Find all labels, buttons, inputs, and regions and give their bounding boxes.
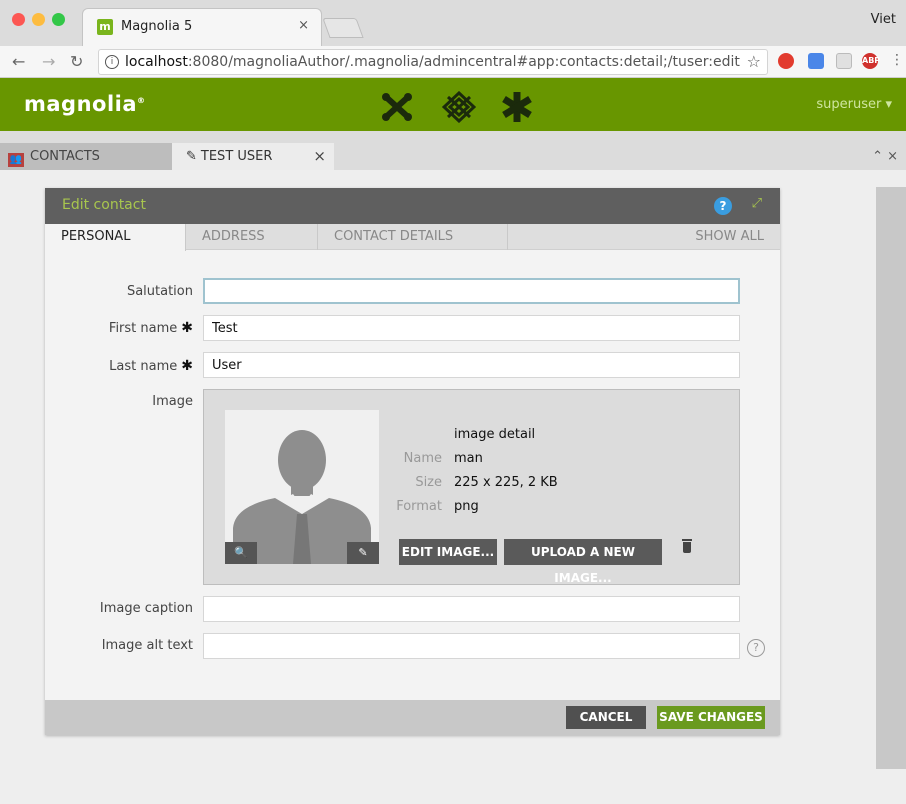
last-name-input[interactable] — [203, 352, 740, 378]
edit-image-button[interactable]: EDIT IMAGE... — [399, 539, 497, 565]
url-text: localhost:8080/magnoliaAuthor/.magnolia/… — [125, 54, 740, 70]
required-marker: ✱ — [181, 320, 193, 336]
image-alt-text-label: Image alt text — [101, 638, 193, 653]
magnolia-header: magnolia® superuser ▾ — [0, 78, 906, 131]
image-detail-heading: image detail — [454, 427, 536, 442]
window-zoom-dot[interactable] — [52, 13, 65, 26]
first-name-label: First name ✱ — [108, 320, 193, 336]
dialog-title: Edit contact — [62, 197, 146, 213]
field-help-icon[interactable]: ? — [747, 639, 765, 657]
grid-extension-icon[interactable] — [836, 53, 852, 69]
image-format-key: Format — [396, 499, 442, 514]
image-name-key: Name — [403, 451, 442, 466]
image-field: 🔍 ✎ image detail Name man Size 225 x 225… — [203, 389, 740, 585]
zoom-image-button[interactable]: 🔍 — [225, 542, 257, 564]
save-changes-button[interactable]: SAVE CHANGES — [657, 706, 765, 729]
expand-icon[interactable]: ⤢ — [752, 196, 762, 211]
cancel-button[interactable]: CANCEL — [566, 706, 646, 729]
edit-image-icon-button[interactable]: ✎ — [347, 542, 379, 564]
image-name-value: man — [454, 451, 483, 466]
tab-close-icon[interactable]: × — [298, 18, 309, 33]
adblock-extension-icon[interactable]: ABP — [862, 53, 880, 69]
user-menu[interactable]: superuser ▾ — [816, 97, 892, 112]
upload-new-image-button[interactable]: UPLOAD A NEW IMAGE... — [504, 539, 662, 585]
url-bar[interactable]: i localhost:8080/magnoliaAuthor/.magnoli… — [98, 49, 768, 75]
pulse-icon[interactable] — [442, 91, 476, 123]
show-all-tab[interactable]: SHOW ALL — [695, 224, 764, 250]
image-label: Image — [152, 394, 193, 409]
first-name-input[interactable] — [203, 315, 740, 341]
magnolia-favicon-icon: m — [97, 19, 113, 35]
help-icon[interactable]: ? — [714, 197, 732, 215]
pencil-icon: ✎ — [186, 149, 197, 164]
image-caption-input[interactable] — [203, 596, 740, 622]
window-close-dot[interactable] — [12, 13, 25, 26]
window-minimize-dot[interactable] — [32, 13, 45, 26]
last-name-label: Last name ✱ — [109, 358, 193, 374]
image-format-value: png — [454, 499, 479, 514]
new-tab-button[interactable] — [322, 18, 364, 38]
address-toolbar: ← → ↻ i localhost:8080/magnoliaAuthor/.m… — [0, 46, 906, 78]
reload-icon[interactable]: ↻ — [70, 52, 83, 71]
image-size-key: Size — [415, 475, 442, 490]
browser-tab-title: Magnolia 5 — [121, 19, 193, 34]
salutation-label: Salutation — [126, 284, 193, 299]
image-caption-label: Image caption — [99, 601, 193, 616]
tab-personal[interactable]: PERSONAL — [45, 224, 186, 251]
contacts-icon: 👥 — [8, 153, 24, 167]
magnolia-logo: magnolia® — [24, 92, 146, 116]
image-alt-text-input[interactable] — [203, 633, 740, 659]
back-arrow-icon[interactable]: ← — [12, 52, 25, 71]
tab-test-user[interactable]: ✎ TEST USER × — [172, 143, 334, 170]
applauncher-icon[interactable] — [381, 92, 413, 122]
trash-icon[interactable] — [682, 539, 692, 553]
tab-close-icon[interactable]: × — [313, 143, 326, 170]
dialog-tabs: PERSONAL ADDRESS CONTACT DETAILS SHOW AL… — [45, 224, 780, 251]
browser-menu-icon[interactable]: ⋮ — [890, 52, 904, 68]
dialog-header: Edit contact ? ⤢ — [45, 188, 780, 224]
app-window-controls[interactable]: ⌃ × — [872, 143, 898, 170]
favorites-asterisk-icon[interactable] — [500, 90, 534, 124]
site-info-icon[interactable]: i — [105, 55, 119, 69]
salutation-input[interactable] — [203, 278, 740, 304]
tab-contacts[interactable]: 👥 CONTACTS — [0, 143, 172, 170]
tab-address[interactable]: ADDRESS — [186, 224, 318, 250]
dialog-footer: CANCEL SAVE CHANGES — [45, 700, 780, 735]
browser-profile[interactable]: Viet — [871, 12, 896, 27]
app-tab-bar: 👥 CONTACTS ✎ TEST USER × ⌃ × — [0, 131, 906, 170]
scrollbar[interactable] — [876, 187, 906, 769]
tab-contacts-label: CONTACTS — [30, 149, 100, 164]
bookmark-star-icon[interactable]: ☆ — [747, 52, 761, 71]
opera-extension-icon[interactable] — [778, 53, 794, 69]
user-avatar-icon — [233, 430, 371, 564]
required-marker: ✱ — [181, 358, 193, 374]
browser-tab[interactable]: m Magnolia 5 × — [82, 8, 322, 46]
browser-tab-strip: m Magnolia 5 × Viet — [0, 0, 906, 46]
forward-arrow-icon[interactable]: → — [42, 52, 55, 71]
edit-contact-dialog: Edit contact ? ⤢ PERSONAL ADDRESS CONTAC… — [45, 188, 780, 735]
tab-contact-details[interactable]: CONTACT DETAILS — [318, 224, 508, 250]
image-thumbnail: 🔍 ✎ — [225, 410, 379, 564]
translate-extension-icon[interactable] — [808, 53, 824, 69]
image-size-value: 225 x 225, 2 KB — [454, 475, 558, 490]
tab-test-user-label: TEST USER — [200, 149, 273, 164]
